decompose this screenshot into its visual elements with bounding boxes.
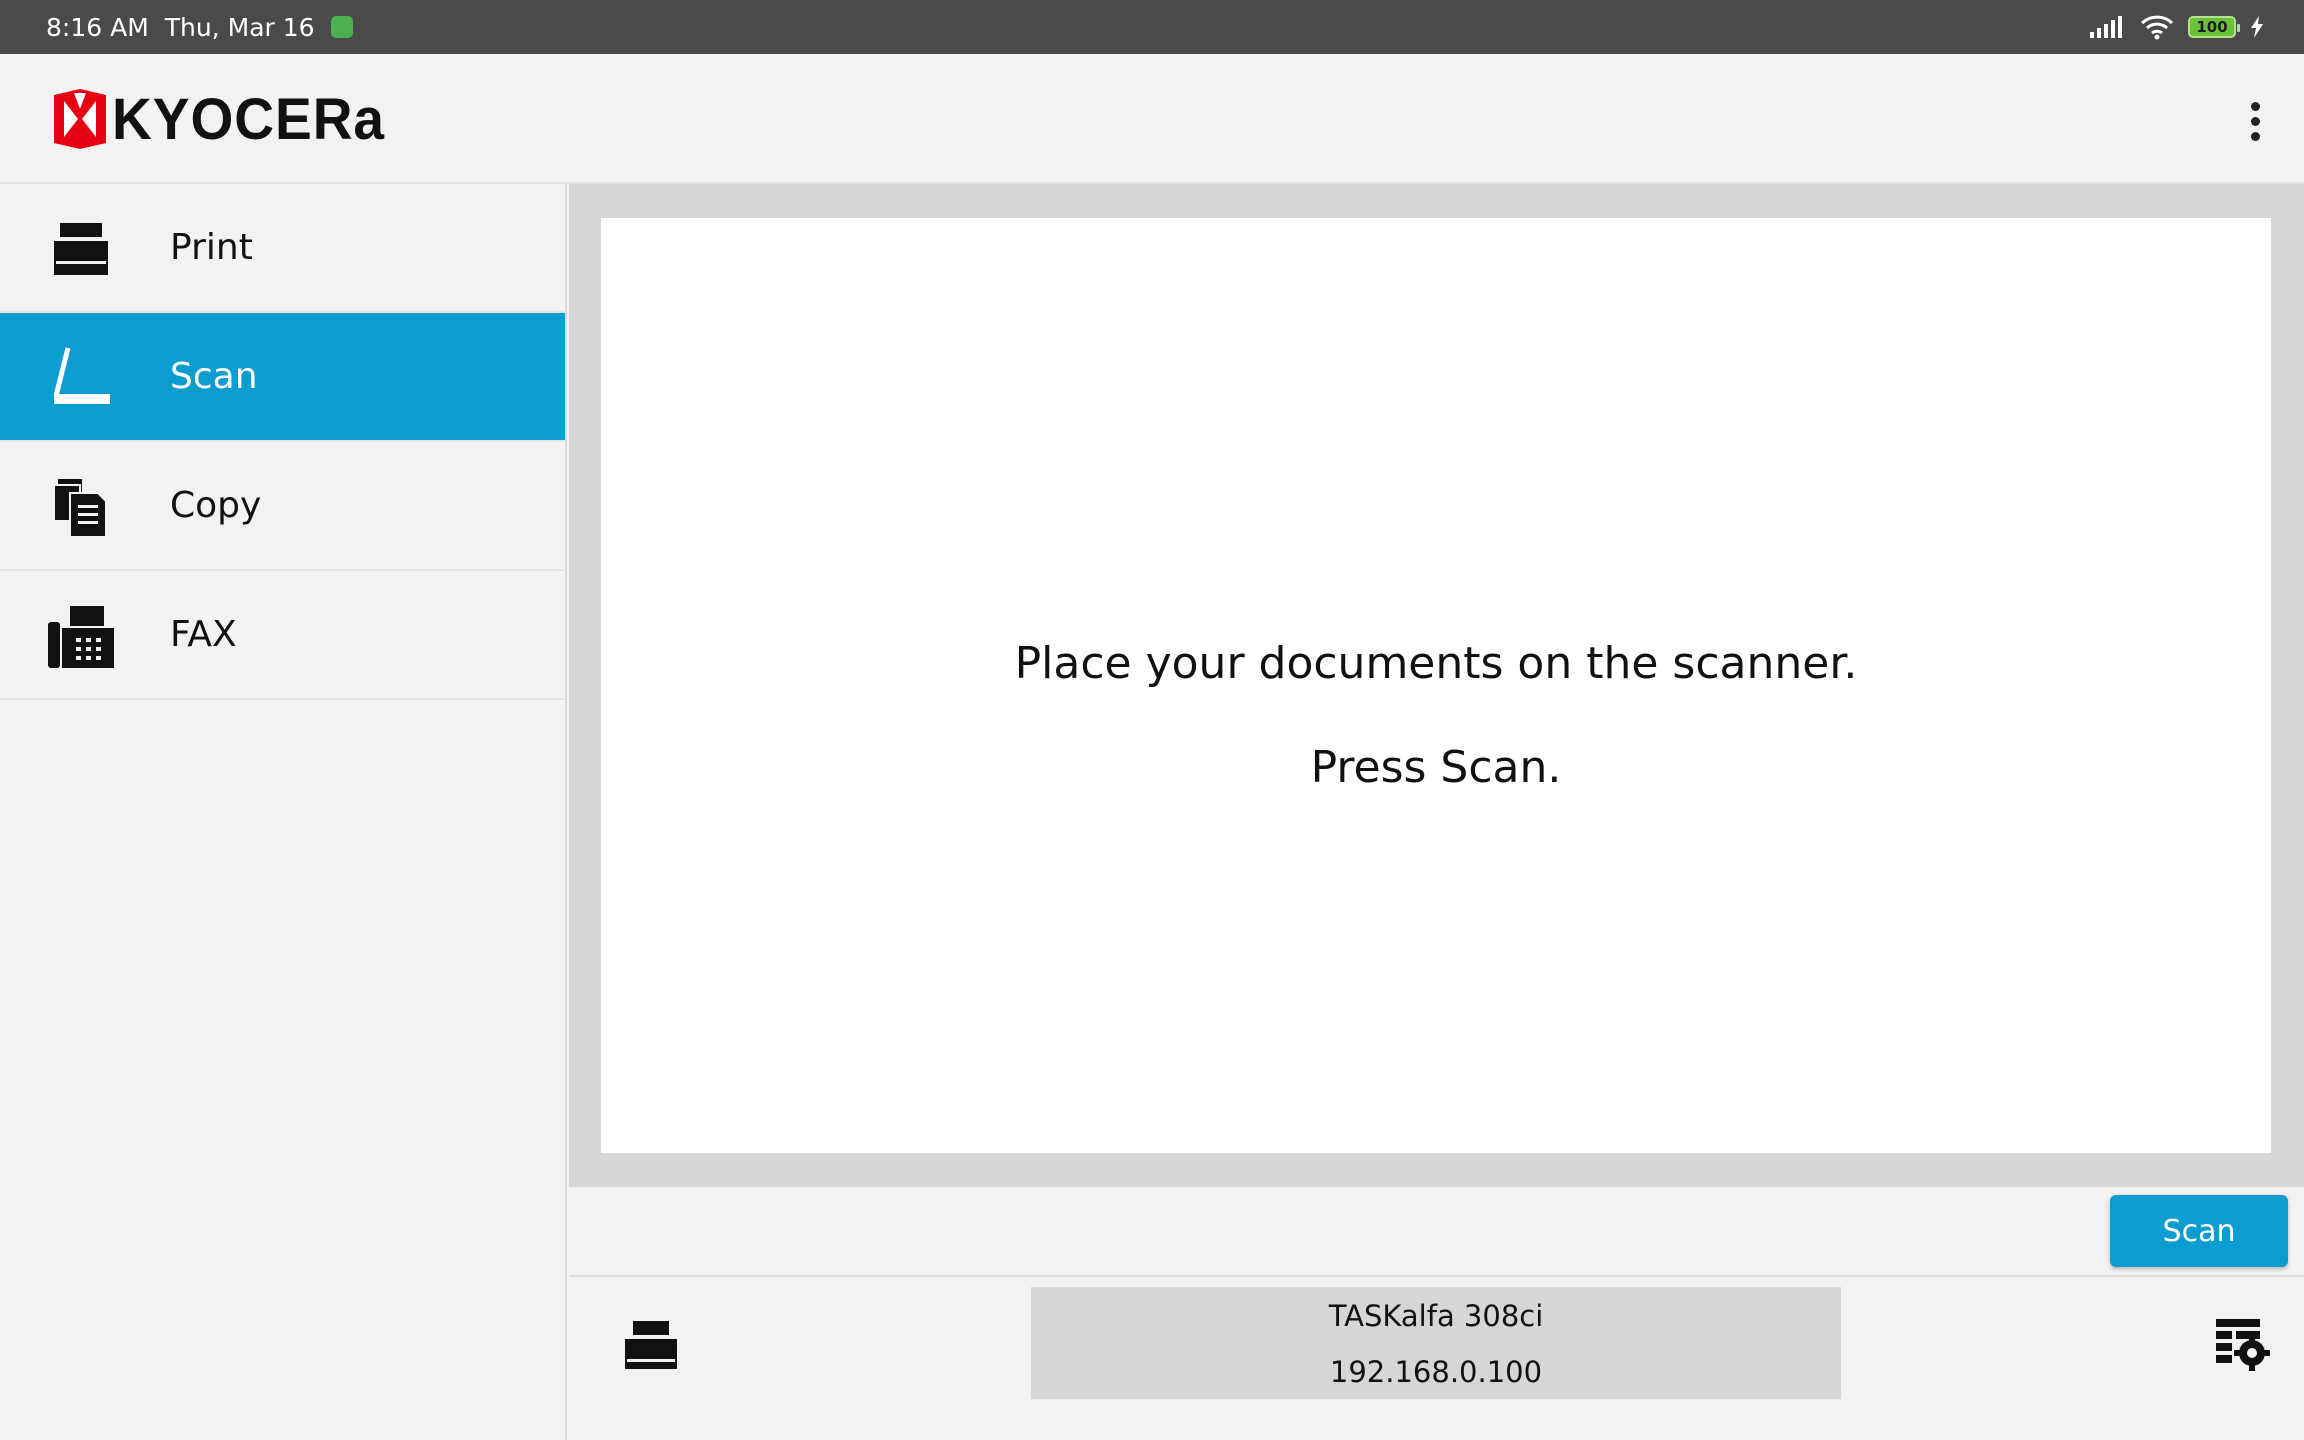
sidebar-item-print[interactable]: Print	[0, 184, 565, 313]
scanner-icon	[53, 346, 110, 404]
sidebar-item-fax[interactable]: FAX	[0, 571, 565, 700]
sidebar-item-copy[interactable]: Copy	[0, 442, 565, 571]
device-ip: 192.168.0.100	[1329, 1355, 1543, 1389]
status-right: 100	[2090, 0, 2264, 54]
status-time: 8:16 AM	[46, 12, 149, 42]
copy-icon	[53, 478, 107, 538]
status-left: 8:16 AM Thu, Mar 16	[46, 0, 369, 54]
scan-settings-icon[interactable]	[2214, 1315, 2270, 1371]
scan-preview-frame: Place your documents on the scanner. Pre…	[569, 184, 2304, 1187]
device-bar: TASKalfa 308ci 192.168.0.100	[569, 1279, 2304, 1440]
sidebar-item-scan[interactable]: Scan	[0, 313, 565, 442]
instruction-subtext: Press Scan.	[1310, 742, 1562, 793]
status-bar: 8:16 AM Thu, Mar 16 100	[0, 0, 2304, 54]
battery-icon: 100	[2188, 16, 2240, 38]
charging-icon	[2251, 16, 2263, 38]
status-date: Thu, Mar 16	[164, 12, 315, 42]
menu-dot-icon	[2250, 116, 2260, 126]
kyocera-logo-mark-icon	[54, 89, 106, 149]
device-name: TASKalfa 308ci	[1328, 1299, 1544, 1333]
sidebar-item-label: Scan	[170, 356, 258, 397]
menu-dot-icon	[2250, 101, 2260, 111]
scan-button[interactable]: Scan	[2110, 1195, 2288, 1267]
sidebar-item-label: Print	[170, 227, 253, 268]
sidebar-item-label: Copy	[170, 485, 262, 526]
sidebar: Print Scan Copy FAX	[0, 184, 567, 1440]
device-selector[interactable]: TASKalfa 308ci 192.168.0.100	[1031, 1287, 1841, 1399]
menu-dot-icon	[2250, 131, 2260, 141]
notification-icon	[330, 16, 353, 38]
scan-preview-area: Place your documents on the scanner. Pre…	[601, 218, 2271, 1153]
wifi-icon	[2140, 15, 2174, 40]
printer-device-icon[interactable]	[621, 1315, 681, 1375]
sidebar-item-label: FAX	[170, 614, 237, 655]
fax-icon	[48, 605, 114, 668]
signal-icon	[2090, 16, 2122, 38]
app-bar: KYOCERa	[0, 54, 2304, 184]
printer-icon	[54, 222, 108, 275]
logo-text: KYOCERa	[112, 86, 386, 152]
instruction-text: Place your documents on the scanner.	[1014, 638, 1858, 689]
battery-level: 100	[2196, 18, 2228, 36]
kyocera-logo: KYOCERa	[54, 86, 399, 152]
action-bar: Scan	[569, 1187, 2304, 1277]
overflow-menu-button[interactable]	[2230, 96, 2280, 146]
